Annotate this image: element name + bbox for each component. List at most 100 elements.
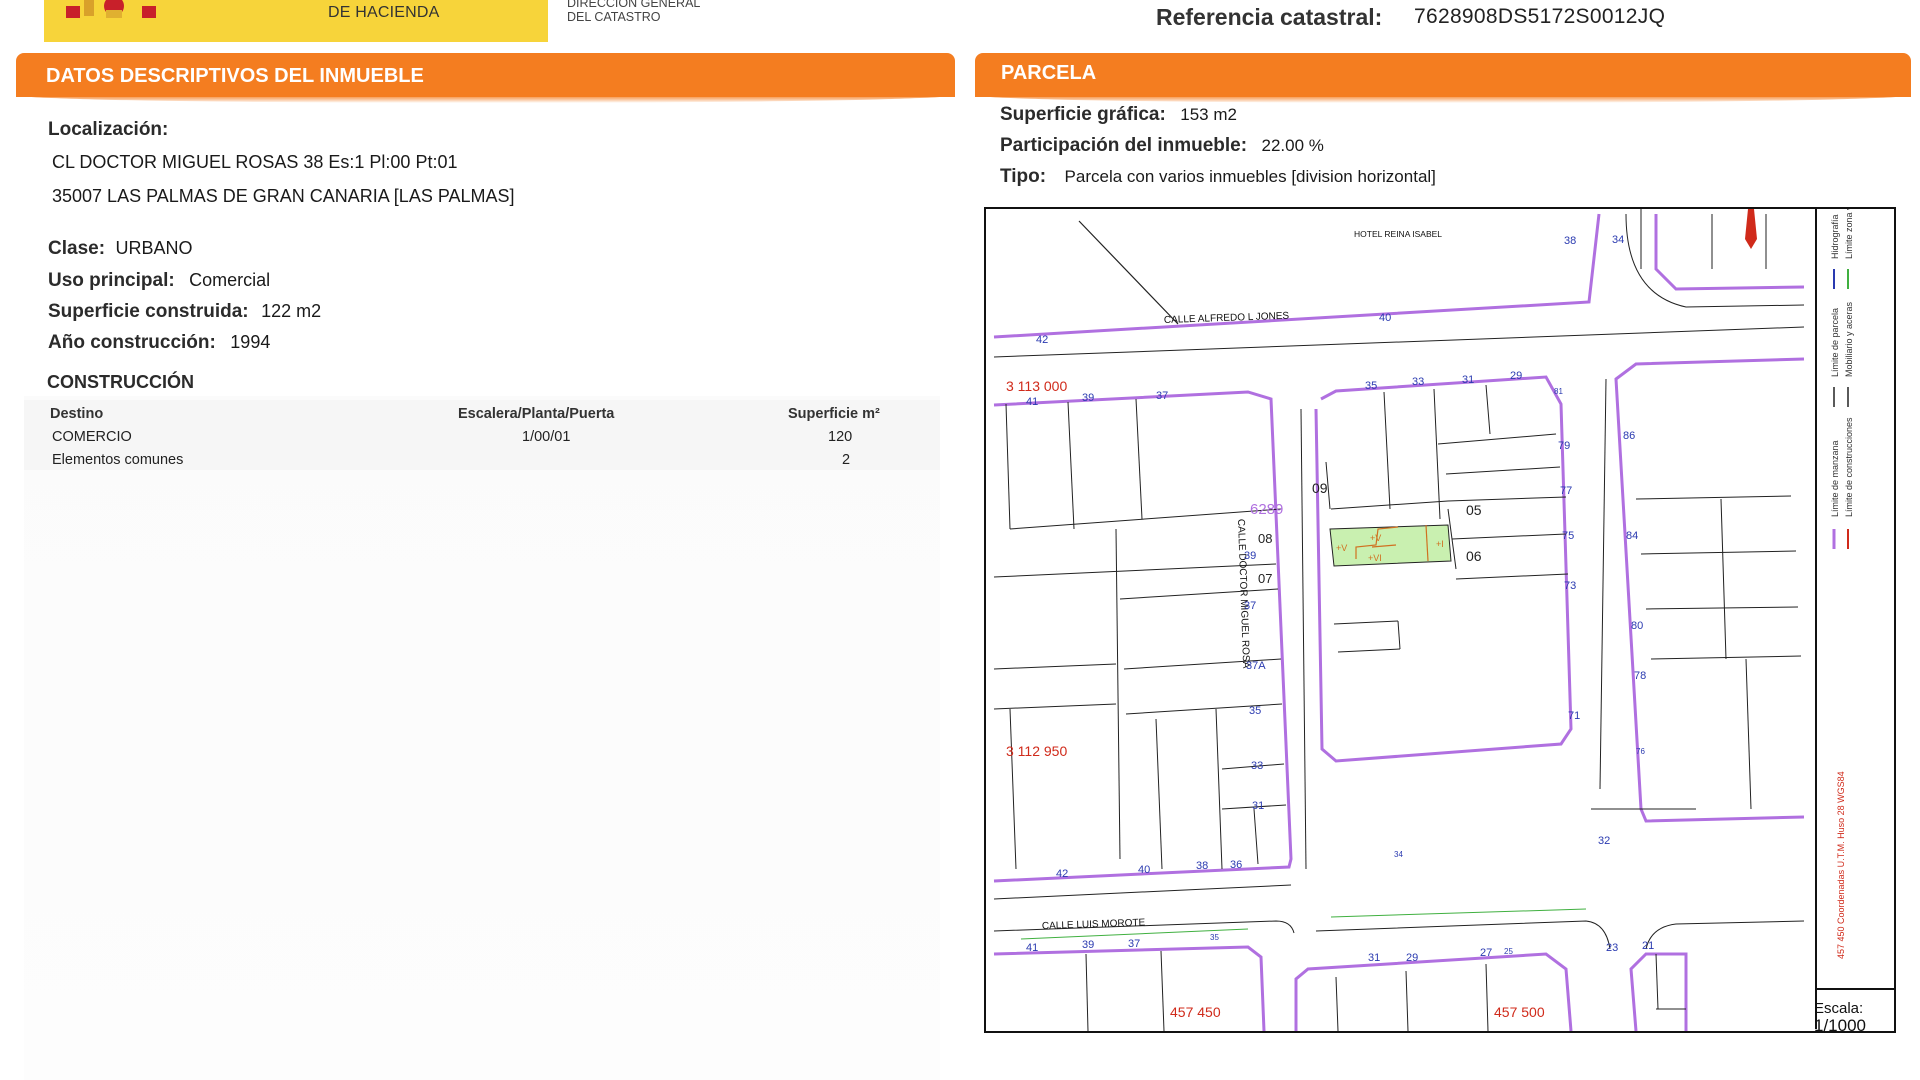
- coord-y-south: 3 112 950: [1006, 743, 1067, 759]
- house-number: 77: [1560, 485, 1572, 497]
- anio-construccion-label: Año construcción:: [48, 332, 216, 353]
- direction-line-2: DEL CATASTRO: [567, 10, 661, 24]
- coord-x-west: 457 450: [1170, 1004, 1221, 1020]
- house-number: 33: [1251, 760, 1263, 772]
- house-number: 40: [1138, 864, 1150, 876]
- construction-mark: +V: [1336, 543, 1347, 553]
- cadastral-map-drawing[interactable]: +V +VI +I +V CALLE ALFREDO L JONES CALLE…: [986, 209, 1894, 1031]
- house-number: 36: [1230, 859, 1242, 871]
- legend-labels: Límite de manzana Límite de construccion…: [1830, 209, 1854, 517]
- parcel-lines: [1325, 384, 1569, 653]
- table-header-destino: Destino: [50, 406, 104, 422]
- parcel-lines: [1635, 495, 1802, 810]
- block-boundary: [993, 213, 1601, 339]
- table-row-2-superficie: 2: [842, 452, 851, 468]
- block-id-label: 6289: [1250, 501, 1283, 518]
- house-number: 25: [1504, 947, 1513, 956]
- house-number: 84: [1626, 530, 1638, 542]
- house-number: 71: [1568, 710, 1580, 722]
- anio-construccion-value: 1994: [230, 332, 271, 352]
- table-row-1-escalera: 1/00/01: [522, 429, 571, 445]
- house-number: 29: [1406, 952, 1418, 964]
- superficie-construida-label: Superficie construida:: [48, 301, 249, 322]
- legend-limite-manzana: Límite de manzana: [1830, 440, 1840, 517]
- house-number: 29: [1510, 370, 1522, 382]
- house-number: 27: [1480, 947, 1492, 959]
- house-number: 34: [1612, 234, 1624, 246]
- block-boundary: [1314, 375, 1573, 763]
- anio-row: Año construcción: 1994: [48, 332, 270, 354]
- house-number: 37: [1244, 600, 1256, 612]
- house-number: 41: [1026, 396, 1038, 408]
- house-number: 37A: [1246, 660, 1266, 672]
- coord-x-east: 457 500: [1494, 1004, 1545, 1020]
- sidewalk-line: [1625, 213, 1805, 308]
- house-number: 31: [1462, 374, 1474, 386]
- green-zone-line: [1330, 908, 1587, 918]
- scale-value: 1/1000: [1814, 1016, 1866, 1035]
- table-row-1-destino: COMERCIO: [52, 429, 132, 445]
- sidewalk-line: [993, 326, 1805, 358]
- table-row-1-superficie: 120: [828, 429, 853, 445]
- house-number: 23: [1606, 942, 1618, 954]
- house-number: 38: [1564, 235, 1576, 247]
- address-line-2: 35007 LAS PALMAS DE GRAN CANARIA [LAS PA…: [52, 186, 515, 206]
- scale-label: Escala:: [1814, 1000, 1864, 1017]
- direction-line-1: DIRECCIÓN GENERAL: [567, 0, 701, 10]
- house-number: 76: [1636, 747, 1645, 756]
- parcel-number-08: 08: [1258, 531, 1272, 546]
- north-arrow-icon: [1745, 209, 1757, 249]
- participacion-value: 22.00 %: [1261, 136, 1324, 155]
- tipo-label: Tipo:: [1000, 166, 1047, 187]
- house-number: 86: [1623, 430, 1635, 442]
- coord-y-north: 3 113 000: [1006, 378, 1067, 394]
- house-number: 79: [1558, 440, 1570, 452]
- ministry-name: DE HACIENDA: [328, 4, 440, 21]
- parcel-number-06: 06: [1466, 548, 1482, 564]
- house-number: 35: [1365, 380, 1377, 392]
- construccion-title: CONSTRUCCIÓN: [47, 372, 194, 392]
- participacion-label: Participación del inmueble:: [1000, 135, 1248, 156]
- house-number: 34: [1394, 850, 1403, 859]
- house-number: 31: [1252, 800, 1264, 812]
- block-boundary: [993, 945, 1266, 1031]
- table-header-superficie: Superficie m²: [788, 406, 880, 422]
- superficie-grafica-row: Superficie gráfica: 153 m2: [1000, 104, 1237, 126]
- parcel-number-07: 07: [1258, 571, 1272, 586]
- house-number: 39: [1082, 939, 1094, 951]
- coat-of-arms-icon: [66, 0, 156, 18]
- superficie-construida-value: 122 m2: [261, 301, 322, 321]
- datos-descriptivos-header: DATOS DESCRIPTIVOS DEL INMUEBLE: [16, 53, 955, 103]
- house-number: 80: [1631, 620, 1643, 632]
- uso-label: Uso principal:: [48, 270, 175, 291]
- house-number: 42: [1036, 334, 1048, 346]
- superficie-grafica-value: 153 m2: [1180, 105, 1237, 124]
- house-number: 81: [1554, 387, 1563, 396]
- house-number: 35: [1249, 705, 1261, 717]
- sidewalk-line: [993, 884, 1292, 900]
- house-number: 32: [1598, 835, 1610, 847]
- house-number: 75: [1562, 530, 1574, 542]
- referencia-catastral-label: Referencia catastral:: [1156, 4, 1383, 30]
- uso-row: Uso principal: Comercial: [48, 270, 270, 292]
- parcel-number-09: 09: [1312, 480, 1328, 496]
- block-boundary: [1654, 214, 1805, 291]
- house-number: 40: [1379, 312, 1391, 324]
- participacion-row: Participación del inmueble: 22.00 %: [1000, 135, 1324, 157]
- clase-row: Clase: URBANO: [48, 238, 193, 260]
- construction-mark: +V: [1370, 533, 1381, 543]
- sidewalk-line: [1315, 920, 1611, 950]
- sidewalk-line: [1300, 408, 1307, 870]
- projection-note: 457 450 Coordenadas U.T.M. Huso 28 WGS84: [1836, 771, 1846, 959]
- street-label-luis-morote: CALLE LUIS MOROTE: [1042, 917, 1146, 932]
- legend-limite-construcciones: Límite de construcciones: [1844, 417, 1854, 517]
- table-row-2-destino: Elementos comunes: [52, 452, 184, 468]
- clase-label: Clase:: [48, 238, 106, 259]
- house-number: 21: [1642, 940, 1654, 952]
- legend-zona-verde: Límite zona verde: [1844, 209, 1854, 259]
- house-number: 33: [1412, 376, 1424, 388]
- superficie-grafica-label: Superficie gráfica:: [1000, 104, 1166, 125]
- clase-value: URBANO: [115, 238, 193, 258]
- house-number: 41: [1026, 942, 1038, 954]
- house-number: 37: [1156, 390, 1168, 402]
